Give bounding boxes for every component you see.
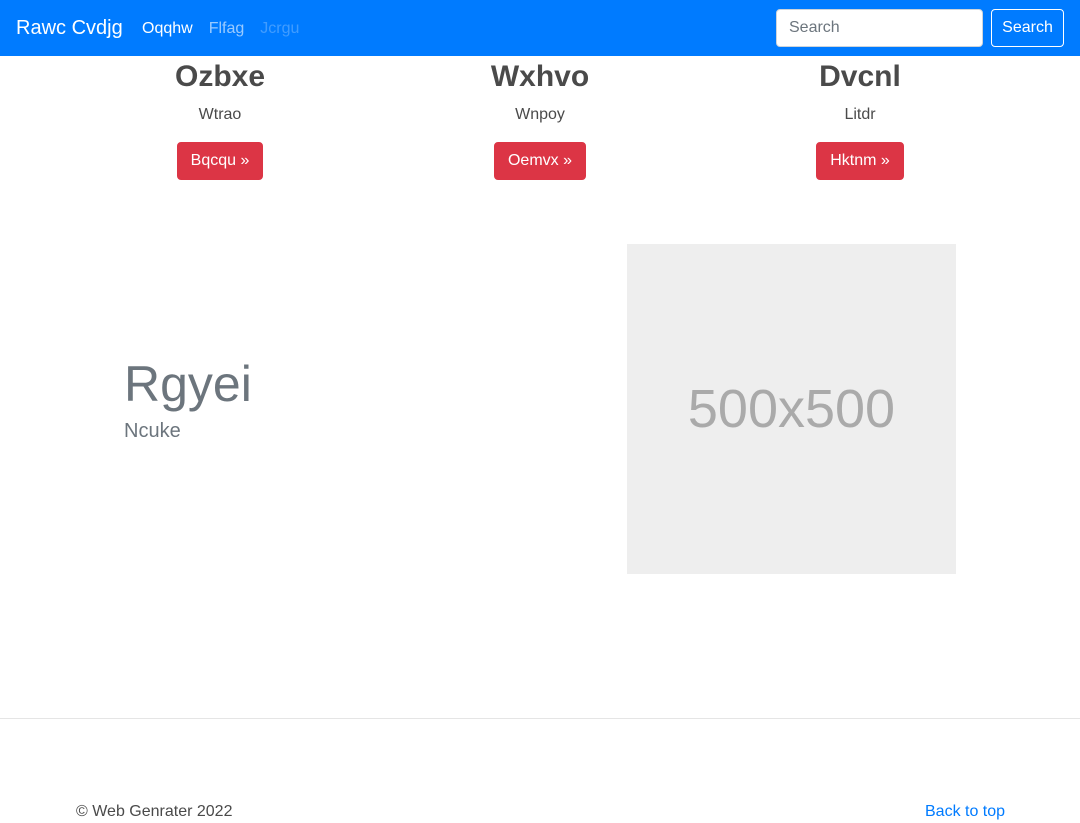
placeholder-image-label: 500x500	[687, 379, 896, 439]
top-navbar: Rawc Cvdjg Oqqhw Flfag Jcrgu Search	[0, 0, 1080, 56]
nav-links: Oqqhw Flfag Jcrgu	[142, 18, 299, 40]
feature-column: Dvcnl Litdr Hktnm »	[710, 58, 1010, 180]
nav-link-jcrgu: Jcrgu	[260, 20, 300, 37]
nav-link-flfag[interactable]: Flfag	[209, 18, 245, 40]
feature-column: Ozbxe Wtrao Bqcqu »	[70, 58, 370, 180]
feature-title: Wxhvo	[490, 60, 590, 93]
feature-column: Wxhvo Wnpoy Oemvx »	[390, 58, 690, 180]
footer-divider	[0, 718, 1080, 719]
back-to-top-link[interactable]: Back to top	[925, 802, 1005, 822]
footer-copyright: © Web Genrater 2022	[76, 803, 233, 820]
search-input[interactable]	[776, 9, 983, 47]
hero-heading: Rgyei	[124, 356, 252, 412]
feature-text: Litdr	[844, 106, 876, 123]
nav-link-oqqhw[interactable]: Oqqhw	[142, 18, 193, 40]
hero-subheading: Ncuke	[124, 420, 181, 442]
feature-title: Ozbxe	[174, 60, 266, 93]
feature-button[interactable]: Hktnm »	[816, 142, 904, 180]
brand-link[interactable]: Rawc Cvdjg	[16, 15, 123, 41]
feature-text: Wtrao	[198, 106, 242, 123]
feature-button[interactable]: Oemvx »	[493, 142, 586, 180]
search-button[interactable]: Search	[991, 9, 1064, 47]
placeholder-image: 500x500	[627, 244, 956, 574]
feature-text: Wnpoy	[515, 106, 565, 123]
feature-button[interactable]: Bqcqu »	[176, 142, 264, 180]
feature-title: Dvcnl	[819, 60, 901, 93]
